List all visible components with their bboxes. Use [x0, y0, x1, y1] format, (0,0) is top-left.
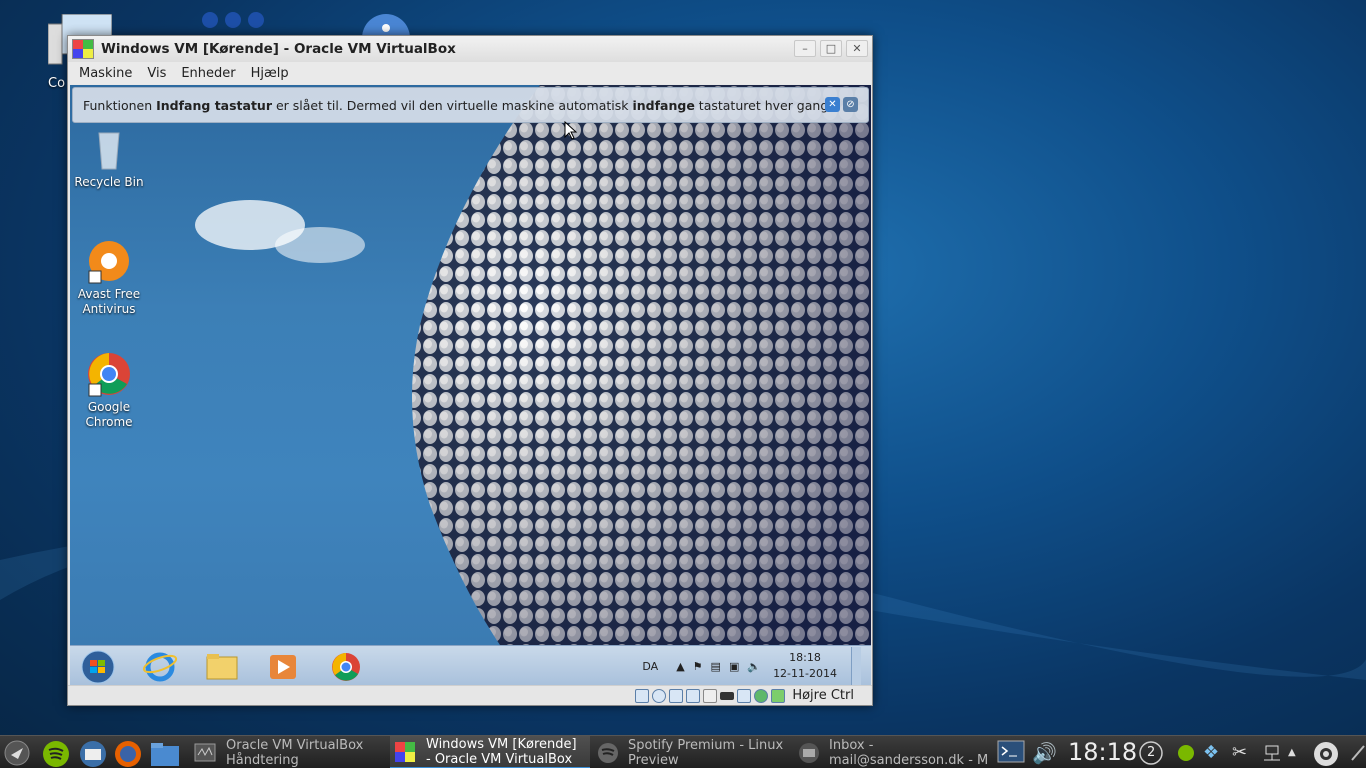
- spotify-task-icon: [598, 742, 618, 763]
- notice-mute-icon[interactable]: ⊘: [843, 97, 858, 112]
- chrome-label: Google Chrome: [85, 400, 133, 429]
- window-titlebar[interactable]: Windows VM [Kørende] - Oracle VM Virtual…: [68, 36, 872, 62]
- internet-explorer-icon[interactable]: [142, 650, 178, 684]
- vm-status-bar: Højre Ctrl: [68, 685, 872, 705]
- display-status-icon[interactable]: [703, 688, 718, 703]
- network-tray-icon[interactable]: [1260, 740, 1286, 766]
- minimize-button[interactable]: –: [794, 40, 816, 57]
- avast-desktop-icon[interactable]: Avast Free Antivirus: [73, 237, 145, 317]
- usb-tray-icon[interactable]: ▤: [711, 660, 721, 673]
- menu-maskine[interactable]: Maskine: [79, 66, 132, 81]
- media-player-icon[interactable]: [266, 650, 302, 684]
- keyboard-capture-notice: Funktionen Indfang tastatur er slået til…: [72, 87, 869, 123]
- dropbox-tray-icon[interactable]: ❖: [1203, 740, 1229, 766]
- spotify-launcher-icon[interactable]: [42, 740, 69, 767]
- settings-gear-icon[interactable]: [1310, 740, 1342, 766]
- guest-screen[interactable]: Funktionen Indfang tastatur er slået til…: [70, 85, 871, 645]
- workspace-switcher[interactable]: 2: [1138, 740, 1164, 766]
- avast-label: Avast Free Antivirus: [77, 287, 141, 316]
- volume-tray-icon[interactable]: 🔈: [747, 660, 761, 673]
- guest-clock-time: 18:18: [789, 651, 821, 664]
- app-launcher-icon[interactable]: [4, 740, 30, 766]
- network-tray-icon[interactable]: ▣: [729, 660, 739, 673]
- tray-expand-icon[interactable]: ▲: [676, 660, 684, 673]
- menu-vis[interactable]: Vis: [147, 66, 166, 81]
- file-manager-launcher-icon[interactable]: [150, 740, 179, 766]
- language-indicator[interactable]: DA: [642, 660, 658, 673]
- spotify-tray-icon[interactable]: [1176, 740, 1202, 766]
- workspace-number: 2: [1147, 745, 1156, 760]
- vista-app-icon: [72, 39, 94, 59]
- task-label: Oracle VM VirtualBox Håndtering: [226, 737, 364, 768]
- task-label: Inbox - mail@sandersson.dk - M: [829, 737, 989, 768]
- task-label: Spotify Premium - Linux Preview: [628, 737, 784, 768]
- maximize-button[interactable]: □: [820, 40, 842, 57]
- hdd-status-icon[interactable]: [635, 688, 650, 703]
- windows-vm-task-icon: [395, 741, 415, 762]
- recycle-bin-desktop-icon[interactable]: Recycle Bin: [73, 125, 145, 190]
- guest-taskbar: DA ▲ ⚑ ▤ ▣ 🔈 18:18 12-11-2014: [70, 645, 871, 685]
- email-client-launcher-icon[interactable]: [79, 740, 106, 767]
- network-status-icon[interactable]: [720, 691, 735, 700]
- notice-close-icon[interactable]: ✕: [825, 97, 840, 112]
- task-label: Windows VM [Kørende] - Oracle VM Virtual…: [426, 736, 577, 767]
- mail-task-icon: [799, 742, 819, 763]
- screenshot-tray-icon[interactable]: ✂: [1232, 740, 1258, 766]
- guest-clock-date: 12-11-2014: [773, 667, 837, 680]
- optical-drive-status-icon[interactable]: [652, 688, 667, 703]
- virtualization-status-icon[interactable]: [754, 688, 769, 703]
- virtualbox-manager-task-icon: [194, 743, 216, 761]
- usb-status-icon[interactable]: [669, 688, 684, 703]
- mouse-integration-status-icon[interactable]: [771, 688, 786, 703]
- menu-hjaelp[interactable]: Hjælp: [251, 66, 289, 81]
- close-button[interactable]: ✕: [846, 40, 868, 57]
- window-title: Windows VM [Kørende] - Oracle VM Virtual…: [101, 41, 456, 57]
- task-windows-vm[interactable]: Windows VM [Kørende] - Oracle VM Virtual…: [390, 736, 590, 768]
- avast-icon: [85, 237, 133, 285]
- chrome-taskbar-icon[interactable]: [328, 650, 364, 684]
- guest-clock[interactable]: 18:18 12-11-2014: [773, 650, 837, 682]
- mouse-cursor: [564, 121, 578, 140]
- menubar: Maskine Vis Enheder Hjælp: [68, 62, 872, 84]
- recycle-bin-label: Recycle Bin: [74, 175, 144, 189]
- host-taskbar-panel: Oracle VM VirtualBox Håndtering Windows …: [0, 735, 1366, 768]
- task-inbox-mail[interactable]: Inbox - mail@sandersson.dk - M: [793, 736, 993, 768]
- host-pins-icon[interactable]: [200, 10, 270, 38]
- terminal-icon[interactable]: [997, 740, 1025, 766]
- windows-start-button[interactable]: [80, 650, 116, 684]
- guest-system-tray: DA ▲ ⚑ ▤ ▣ 🔈 18:18 12-11-2014: [642, 646, 861, 686]
- host-key-label[interactable]: Højre Ctrl: [792, 688, 854, 703]
- file-explorer-icon[interactable]: [204, 650, 240, 684]
- notice-text: Funktionen Indfang tastatur er slået til…: [83, 97, 829, 113]
- chrome-icon: [85, 350, 133, 398]
- host-computer-label: Co: [48, 76, 66, 91]
- guest-wallpaper: [195, 85, 871, 645]
- panel-edge-icon[interactable]: [1350, 740, 1366, 766]
- virtualbox-vm-window[interactable]: Windows VM [Kørende] - Oracle VM Virtual…: [67, 35, 873, 706]
- action-center-flag-icon[interactable]: ⚑: [693, 660, 703, 673]
- task-virtualbox-manager[interactable]: Oracle VM VirtualBox Håndtering: [190, 736, 388, 768]
- show-desktop-button[interactable]: [851, 647, 861, 685]
- video-capture-status-icon[interactable]: [737, 688, 752, 703]
- shared-folders-status-icon[interactable]: [686, 688, 701, 703]
- chrome-desktop-icon[interactable]: Google Chrome: [73, 350, 145, 430]
- host-clock[interactable]: 18:18: [1068, 736, 1137, 768]
- task-spotify[interactable]: Spotify Premium - Linux Preview: [592, 736, 790, 768]
- menu-enheder[interactable]: Enheder: [181, 66, 235, 81]
- volume-icon[interactable]: 🔊: [1032, 740, 1058, 766]
- firefox-launcher-icon[interactable]: [114, 740, 141, 767]
- recycle-bin-icon: [85, 125, 133, 173]
